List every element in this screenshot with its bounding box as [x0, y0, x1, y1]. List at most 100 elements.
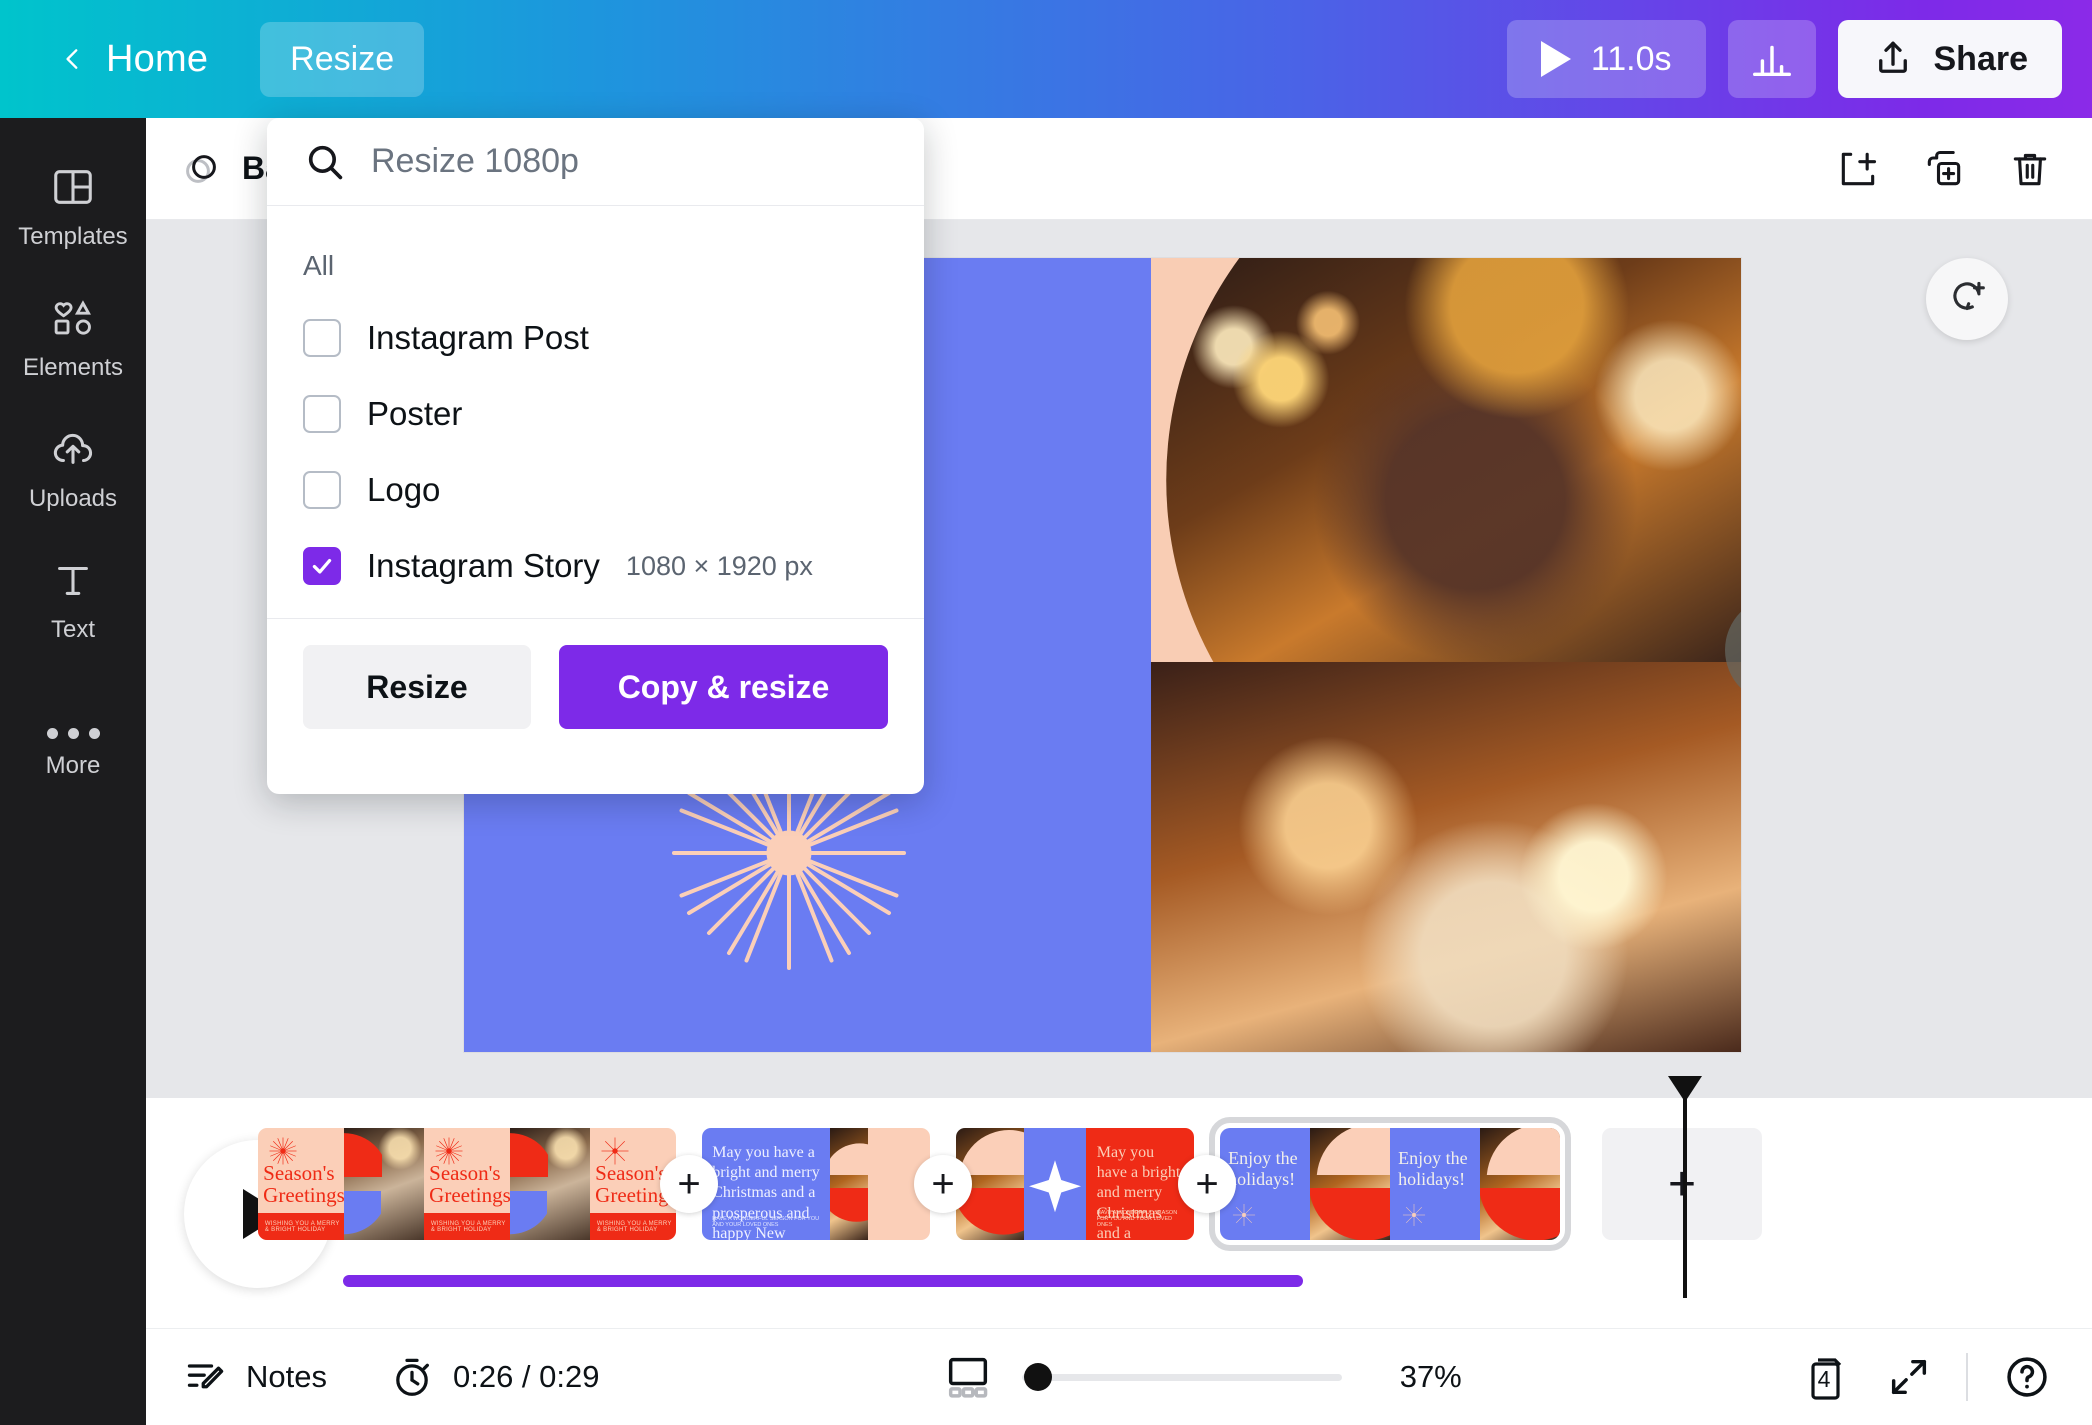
frame-caption: Season's Greetings — [263, 1160, 344, 1208]
add-page-icon[interactable] — [1836, 147, 1880, 191]
resize-dropdown-panel: All Instagram Post Poster Logo I — [267, 118, 924, 794]
topbar-actions: 11.0s Share — [1506, 20, 2062, 98]
timeline-frame[interactable] — [1480, 1128, 1560, 1240]
status-left-group: Notes 0:26 / 0:29 — [184, 1354, 600, 1400]
timeline-frame[interactable]: Season's Greetings WISHING YOU A MERRY &… — [424, 1128, 510, 1240]
audio-track-bar[interactable] — [343, 1275, 1303, 1287]
share-button[interactable]: Share — [1837, 20, 2062, 98]
zoom-slider[interactable] — [1021, 1363, 1342, 1391]
notes-pencil-icon — [184, 1355, 228, 1399]
sidebar-item-label: More — [45, 752, 101, 779]
timeline-frame[interactable] — [1310, 1128, 1390, 1240]
share-label: Share — [1933, 39, 2029, 78]
timeline-frame[interactable]: Season's Greetings WISHING YOU A MERRY &… — [258, 1128, 344, 1240]
chevron-left-icon — [60, 46, 86, 72]
frame-caption: Enjoy the holidays! — [1398, 1148, 1468, 1189]
resize-dropdown-actions: Resize Copy & resize — [267, 618, 924, 759]
resize-option-instagram-story[interactable]: Instagram Story 1080 × 1920 px — [267, 528, 924, 604]
sidebar-item-label: Templates — [18, 223, 128, 250]
checkbox-checked-icon[interactable] — [303, 547, 341, 585]
upload-share-icon — [1872, 38, 1914, 80]
sidebar-item-elements[interactable]: Elements — [0, 271, 146, 402]
home-button[interactable]: Home — [46, 28, 222, 91]
analytics-button[interactable] — [1727, 20, 1816, 98]
insert-scene-button[interactable]: + — [1178, 1155, 1236, 1213]
pages-stack-button[interactable]: 4 — [1804, 1349, 1852, 1405]
sidebar-item-label: Uploads — [28, 485, 118, 512]
timeline-frame[interactable]: Enjoy the holidays! — [1390, 1128, 1480, 1240]
resize-option-label: Poster — [367, 395, 463, 432]
playhead-line[interactable] — [1683, 1098, 1687, 1298]
delete-page-icon[interactable] — [2008, 147, 2052, 191]
timeline-scene[interactable]: May you have a bright and merry Christma… — [956, 1128, 1194, 1240]
sidebar-item-uploads[interactable]: Uploads — [0, 402, 146, 533]
zoom-knob[interactable] — [1023, 1363, 1052, 1391]
preview-duration-button[interactable]: 11.0s — [1506, 20, 1706, 98]
templates-icon — [50, 164, 96, 210]
home-label: Home — [106, 37, 209, 80]
uploads-cloud-icon — [50, 426, 96, 472]
zoom-track — [1021, 1373, 1342, 1381]
more-dots-icon — [46, 728, 100, 739]
photo-bottom — [1151, 662, 1741, 1052]
add-page-button[interactable]: + — [1602, 1128, 1762, 1240]
insert-scene-button[interactable]: + — [914, 1155, 972, 1213]
resize-option-label: Logo — [367, 471, 441, 508]
bar-chart-icon — [1749, 36, 1795, 82]
design-photo-collage[interactable] — [1151, 258, 1741, 1052]
resize-option-poster[interactable]: Poster — [267, 376, 924, 452]
checkbox-unchecked-icon[interactable] — [303, 471, 341, 509]
add-comment-button[interactable] — [1926, 258, 2008, 340]
sidebar-item-text[interactable]: Text — [0, 533, 146, 664]
time-label: 0:26 / 0:29 — [452, 1359, 600, 1394]
frame-subcaption: WISHING YOU A MERRY & BRIGHT HOLIDAY — [430, 1221, 506, 1234]
timeline-frame[interactable]: May you have a bright and merry Christma… — [702, 1128, 830, 1240]
resize-option-instagram-post[interactable]: Instagram Post — [267, 300, 924, 376]
timeline-scene[interactable]: Season's Greetings WISHING YOU A MERRY &… — [258, 1128, 676, 1240]
resize-option-label: Instagram Story — [367, 547, 600, 584]
checkbox-unchecked-icon[interactable] — [303, 319, 341, 357]
resize-search-input[interactable] — [371, 142, 888, 181]
copy-and-resize-button[interactable]: Copy & resize — [559, 645, 888, 729]
insert-scene-button[interactable]: + — [660, 1155, 718, 1213]
status-zoom-group: 37% — [942, 1351, 1462, 1403]
resize-option-label: Instagram Post — [367, 319, 589, 356]
timeline-frame[interactable] — [510, 1128, 590, 1240]
top-toolbar: Home Resize 11.0s Share — [0, 0, 2092, 118]
help-question-icon[interactable] — [2002, 1352, 2052, 1402]
play-icon — [1540, 41, 1571, 77]
resize-tab[interactable]: Resize — [260, 21, 425, 97]
zoom-percent-label: 37% — [1399, 1359, 1462, 1394]
duration-label: 11.0s — [1590, 39, 1672, 78]
timeline-scene-selected[interactable]: Enjoy the holidays! Enjoy the holidays! — [1209, 1117, 1571, 1251]
resize-group-label: All — [303, 250, 335, 281]
timeline-scene[interactable]: May you have a bright and merry Christma… — [702, 1128, 930, 1240]
frame-subcaption: HAVE A WONDERFUL SEASON FOR YOU AND YOUR… — [1096, 1209, 1178, 1228]
photo-top — [1151, 258, 1741, 662]
timeline-frame[interactable] — [344, 1128, 424, 1240]
frame-band: WISHING YOU A MERRY & BRIGHT HOLIDAY — [258, 1213, 344, 1240]
search-icon — [303, 140, 347, 184]
status-bar: Notes 0:26 / 0:29 37% 4 — [146, 1328, 2092, 1425]
grid-view-icon[interactable] — [942, 1351, 994, 1403]
frame-caption: Enjoy the holidays! — [1228, 1148, 1298, 1189]
frame-subcaption: WISHING YOU A MERRY & BRIGHT HOLIDAY — [264, 1221, 340, 1234]
timeline-frame[interactable] — [830, 1128, 868, 1240]
timer-group[interactable]: 0:26 / 0:29 — [389, 1354, 600, 1400]
checkbox-unchecked-icon[interactable] — [303, 395, 341, 433]
timeline-track: Season's Greetings WISHING YOU A MERRY &… — [258, 1117, 1762, 1251]
page-actions — [1836, 147, 2052, 191]
sidebar-item-templates[interactable]: Templates — [0, 140, 146, 271]
notes-button[interactable]: Notes — [184, 1355, 327, 1399]
frame-band: WISHING YOU A MERRY & BRIGHT HOLIDAY — [590, 1213, 676, 1240]
resize-button[interactable]: Resize — [303, 645, 531, 729]
sunburst-icon — [1231, 1202, 1257, 1228]
resize-option-logo[interactable]: Logo — [267, 452, 924, 528]
duplicate-page-icon[interactable] — [1922, 147, 1966, 191]
text-t-icon — [50, 557, 96, 603]
timeline: Season's Greetings WISHING YOU A MERRY &… — [146, 1076, 2092, 1328]
resize-search-row — [267, 118, 924, 206]
sidebar-item-more[interactable]: More — [0, 704, 146, 800]
timeline-frame[interactable] — [1024, 1128, 1086, 1240]
expand-arrows-icon[interactable] — [1886, 1354, 1932, 1400]
